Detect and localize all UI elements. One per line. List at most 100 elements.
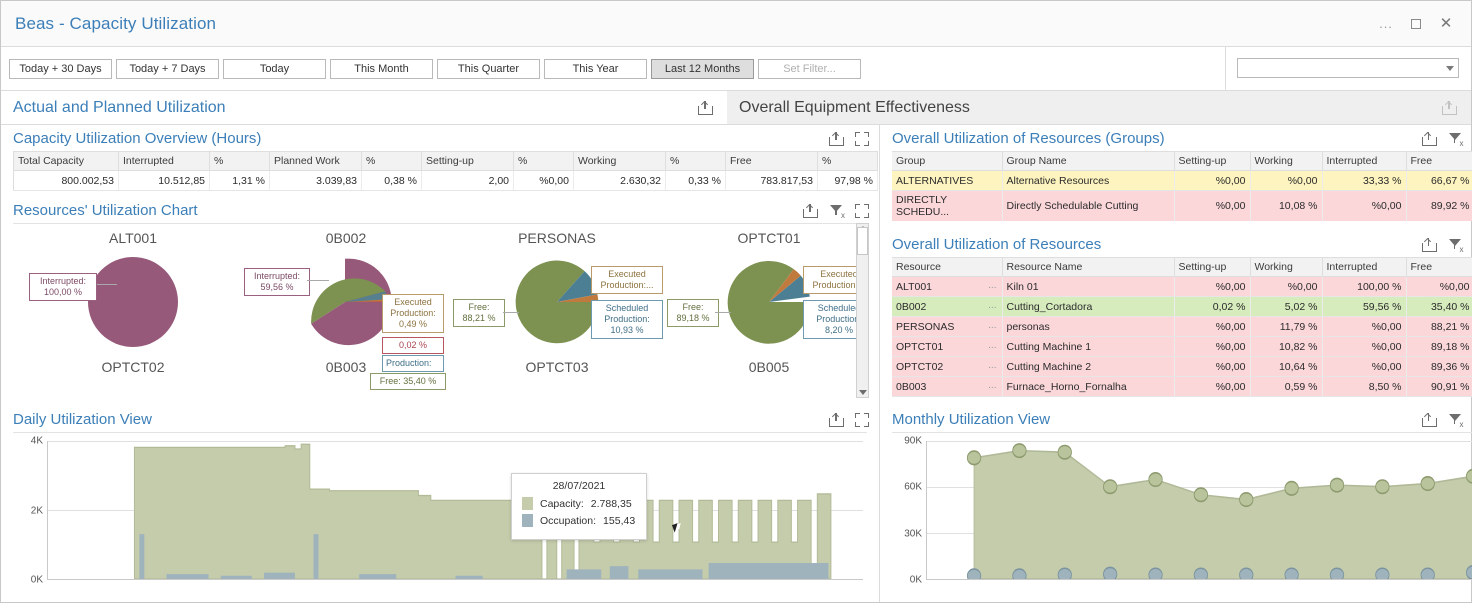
more-button[interactable]: ... xyxy=(1371,9,1401,39)
leader-line xyxy=(97,284,117,285)
col-setting-up[interactable]: Setting-up xyxy=(1174,152,1250,171)
daily-chart-area[interactable]: 0K 2K 4K 28/07/2021 xyxy=(13,432,867,594)
cell-resource: OPTCT02... xyxy=(892,357,1002,377)
col-planned-work[interactable]: Planned Work xyxy=(270,152,362,171)
col-setting-up[interactable]: Setting-up xyxy=(1174,258,1250,277)
filter-clear-icon[interactable]: x xyxy=(829,204,844,218)
pie-chart-alt001[interactable] xyxy=(85,254,181,350)
table-row[interactable]: 0B003... Furnace_Horno_Fornalha %0,00 0,… xyxy=(892,377,1472,397)
table-row[interactable]: 0B002... Cutting_Cortadora 0,02 % 5,02 %… xyxy=(892,297,1472,317)
cell-working: 10,08 % xyxy=(1250,191,1322,222)
table-row[interactable]: ALT001... Kiln 01 %0,00 %0,00 100,00 % %… xyxy=(892,277,1472,297)
cell-planned-work-pct: 0,38 % xyxy=(362,171,422,191)
cell-free: 88,21 % xyxy=(1406,317,1472,337)
close-button[interactable]: ✕ xyxy=(1431,9,1461,39)
filter-button-last-12-months[interactable]: Last 12 Months xyxy=(651,59,754,79)
col-free-pct[interactable]: % xyxy=(818,152,878,171)
tab-actual-and-planned-utilization[interactable]: Actual and Planned Utilization xyxy=(1,91,727,124)
more-icon: ... xyxy=(1379,21,1393,26)
pie-callout-executed-production: Executed Production:... xyxy=(803,266,856,294)
pie-title-0b002: 0B002 xyxy=(276,230,416,246)
cell-setting-up: %0,00 xyxy=(1174,377,1250,397)
export-icon[interactable] xyxy=(1422,237,1437,252)
table-row[interactable]: PERSONAS... personas %0,00 11,79 % %0,00… xyxy=(892,317,1472,337)
col-interrupted[interactable]: Interrupted xyxy=(1322,258,1406,277)
title-bar: Beas - Capacity Utilization ... ✕ xyxy=(1,1,1471,47)
col-free[interactable]: Free xyxy=(1406,258,1472,277)
col-resource-name[interactable]: Resource Name xyxy=(1002,258,1174,277)
cell-setting-up: %0,00 xyxy=(1174,337,1250,357)
expand-icon[interactable] xyxy=(855,413,869,427)
filter-button-today[interactable]: Today xyxy=(223,59,326,79)
filter-clear-icon[interactable]: x xyxy=(1448,132,1463,146)
col-free[interactable]: Free xyxy=(1406,152,1472,171)
export-icon[interactable] xyxy=(829,131,844,146)
resource-select[interactable] xyxy=(1237,58,1459,78)
pie-title-0b005: 0B005 xyxy=(699,359,839,375)
table-row[interactable]: DIRECTLY SCHEDU... Directly Schedulable … xyxy=(892,191,1472,222)
pie-title-0b003: 0B003 xyxy=(276,359,416,375)
export-icon[interactable] xyxy=(1442,100,1457,115)
table-row[interactable]: OPTCT01... Cutting Machine 1 %0,00 10,82… xyxy=(892,337,1472,357)
col-resource[interactable]: Resource xyxy=(892,258,1002,277)
col-group-name[interactable]: Group Name xyxy=(1002,152,1174,171)
monthly-plot[interactable] xyxy=(926,441,1472,580)
filter-clear-icon[interactable]: x xyxy=(1448,238,1463,252)
cell-resource-name: Cutting_Cortadora xyxy=(1002,297,1174,317)
col-working[interactable]: Working xyxy=(1250,258,1322,277)
pie-chart-0b002[interactable] xyxy=(299,256,391,348)
export-icon[interactable] xyxy=(1422,131,1437,146)
maximize-icon xyxy=(1411,19,1421,29)
expand-icon[interactable] xyxy=(855,132,869,146)
col-working[interactable]: Working xyxy=(574,152,666,171)
filter-button-today-30[interactable]: Today + 30 Days xyxy=(9,59,112,79)
cell-planned-work: 3.039,83 xyxy=(270,171,362,191)
filter-button-this-year[interactable]: This Year xyxy=(544,59,647,79)
export-icon[interactable] xyxy=(698,100,713,115)
groups-table: Group Group Name Setting-up Working Inte… xyxy=(892,151,1472,221)
col-free[interactable]: Free xyxy=(726,152,818,171)
cell-resource: PERSONAS... xyxy=(892,317,1002,337)
monthly-chart-area[interactable]: 0K 30K 60K 90K xyxy=(892,432,1472,594)
filter-button-this-month[interactable]: This Month xyxy=(330,59,433,79)
table-row[interactable]: OPTCT02... Cutting Machine 2 %0,00 10,64… xyxy=(892,357,1472,377)
cell-free: 89,18 % xyxy=(1406,337,1472,357)
export-icon[interactable] xyxy=(803,203,818,218)
cell-resource-name: Furnace_Horno_Fornalha xyxy=(1002,377,1174,397)
y-tick: 30K xyxy=(904,528,922,539)
col-working-pct[interactable]: % xyxy=(666,152,726,171)
filter-button-today-7[interactable]: Today + 7 Days xyxy=(116,59,219,79)
filter-button-this-quarter[interactable]: This Quarter xyxy=(437,59,540,79)
panel-overall-utilization-resources: Overall Utilization of Resources x Resou… xyxy=(880,231,1472,398)
pie-chart-personas[interactable] xyxy=(513,258,601,346)
col-interrupted-pct[interactable]: % xyxy=(210,152,270,171)
cell-setting-up: 2,00 xyxy=(422,171,514,191)
col-setting-up[interactable]: Setting-up xyxy=(422,152,514,171)
maximize-button[interactable] xyxy=(1401,9,1431,39)
tab-overall-equipment-effectiveness[interactable]: Overall Equipment Effectiveness xyxy=(727,91,1471,124)
col-planned-work-pct[interactable]: % xyxy=(362,152,422,171)
col-interrupted[interactable]: Interrupted xyxy=(119,152,210,171)
export-icon[interactable] xyxy=(829,412,844,427)
y-tick: 4K xyxy=(31,436,43,447)
filter-clear-icon[interactable]: x xyxy=(1448,413,1463,427)
dashboard-body: Capacity Utilization Overview (Hours) To xyxy=(1,125,1471,602)
col-total-capacity[interactable]: Total Capacity xyxy=(14,152,119,171)
col-working[interactable]: Working xyxy=(1250,152,1322,171)
col-interrupted[interactable]: Interrupted xyxy=(1322,152,1406,171)
scroll-down-icon[interactable] xyxy=(859,390,867,395)
pie-charts-area: ALT001 0B002 PERSONAS OPTCT01 Interrupte… xyxy=(13,223,856,398)
col-setting-up-pct[interactable]: % xyxy=(514,152,574,171)
pie-charts-scrollbar[interactable] xyxy=(856,223,869,398)
pie-chart-optct01[interactable] xyxy=(725,258,813,346)
panel-tools: x xyxy=(1422,237,1472,252)
expand-icon[interactable] xyxy=(855,204,869,218)
filter-button-set-filter[interactable]: Set Filter... xyxy=(758,59,861,79)
col-group[interactable]: Group xyxy=(892,152,1002,171)
scrollbar-thumb[interactable] xyxy=(857,227,868,255)
pie-title-optct02: OPTCT02 xyxy=(63,359,203,375)
table-row[interactable]: 800.002,53 10.512,85 1,31 % 3.039,83 0,3… xyxy=(14,171,878,191)
daily-plot[interactable] xyxy=(47,441,863,580)
table-row[interactable]: ALTERNATIVES Alternative Resources %0,00… xyxy=(892,171,1472,191)
export-icon[interactable] xyxy=(1422,412,1437,427)
